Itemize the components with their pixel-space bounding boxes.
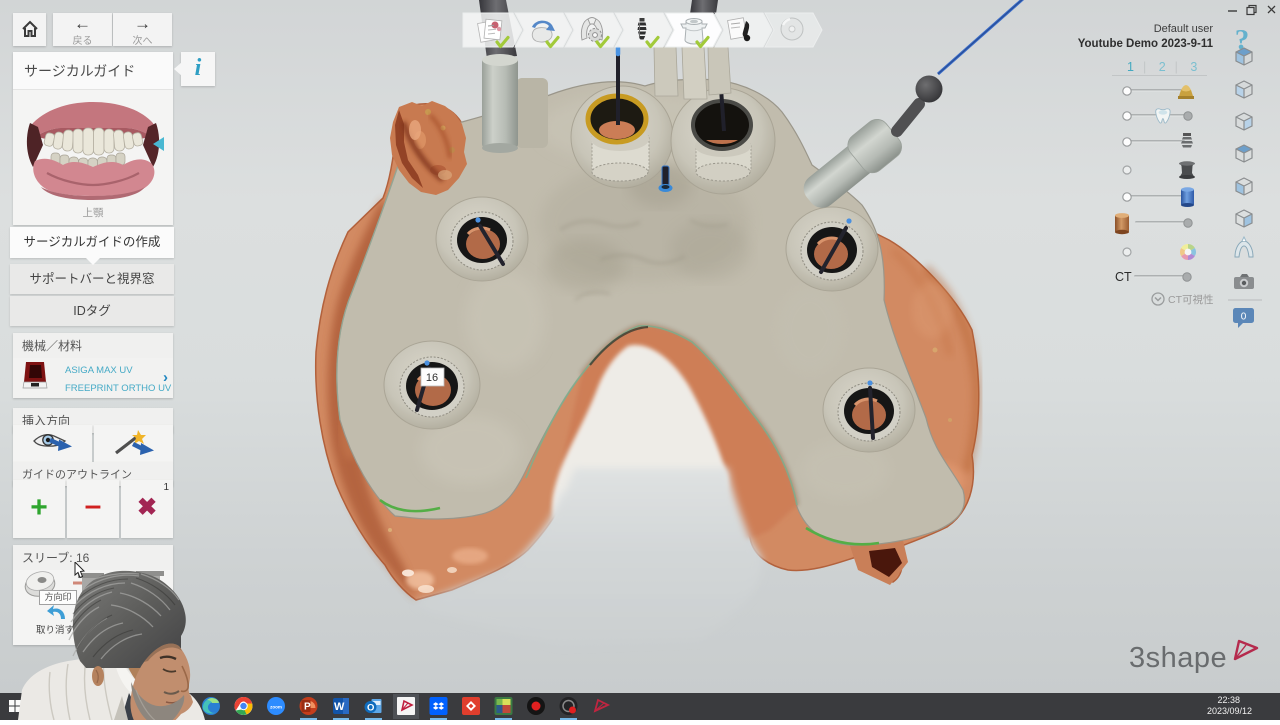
svg-text:zoom: zoom: [270, 705, 282, 710]
svg-text:CT可視性: CT可視性: [1168, 293, 1214, 306]
svg-text:0: 0: [1241, 312, 1247, 323]
svg-text:O: O: [367, 703, 374, 714]
svg-text:CT: CT: [1115, 270, 1132, 284]
svg-text:P: P: [304, 702, 311, 713]
svg-text:2023/09/12: 2023/09/12: [1207, 706, 1252, 716]
svg-text:3shape: 3shape: [1129, 642, 1227, 674]
svg-text:16: 16: [426, 372, 438, 384]
svg-text:W: W: [334, 701, 345, 713]
svg-text:22:38: 22:38: [1217, 695, 1240, 705]
